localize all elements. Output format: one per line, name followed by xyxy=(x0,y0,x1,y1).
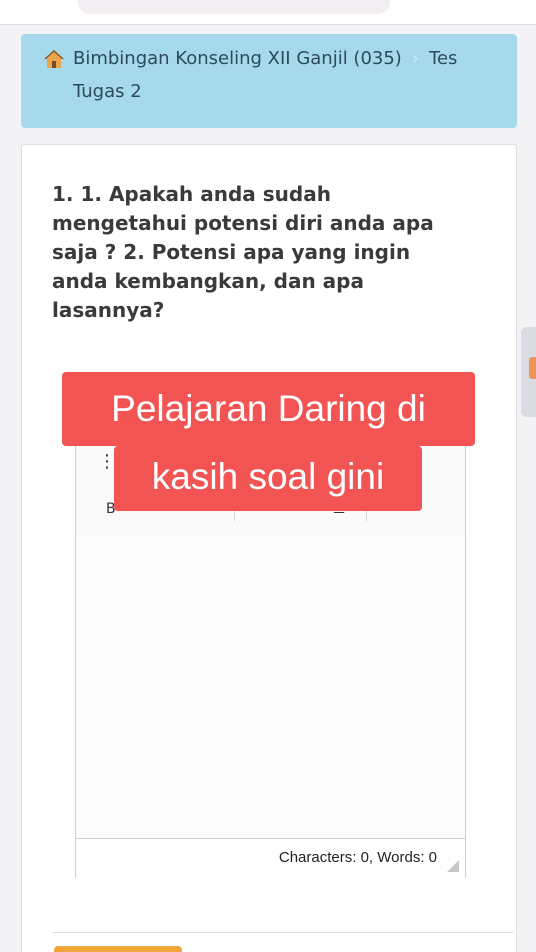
breadcrumb-course-link[interactable]: Bimbingan Konseling XII Ganjil (035) xyxy=(73,48,402,69)
drawer-icon xyxy=(529,357,536,379)
breadcrumb: Bimbingan Konseling XII Ganjil (035) › T… xyxy=(21,34,517,128)
breadcrumb-current-item: Tugas 2 xyxy=(73,81,142,102)
overlay-caption-line-1: Pelajaran Daring di xyxy=(62,372,475,446)
submit-button[interactable] xyxy=(54,946,182,952)
side-drawer-handle[interactable] xyxy=(521,327,536,417)
address-bar[interactable] xyxy=(78,0,390,14)
top-bar xyxy=(0,0,536,25)
home-icon[interactable] xyxy=(43,49,65,69)
divider xyxy=(52,932,514,933)
page: Bimbingan Konseling XII Ganjil (035) › T… xyxy=(0,0,536,952)
answer-textarea[interactable] xyxy=(76,538,465,838)
overlay-caption-line-2: kasih soal gini xyxy=(114,446,422,511)
editor-statusbar: Characters: 0, Words: 0 xyxy=(76,838,465,878)
question-text: 1. 1. Apakah anda sudah mengetahui poten… xyxy=(52,182,434,322)
breadcrumb-section-link[interactable]: Tes xyxy=(429,48,457,69)
resize-handle-icon[interactable] xyxy=(447,860,459,872)
word-count: Characters: 0, Words: 0 xyxy=(278,849,437,866)
breadcrumb-separator: › xyxy=(411,48,420,69)
